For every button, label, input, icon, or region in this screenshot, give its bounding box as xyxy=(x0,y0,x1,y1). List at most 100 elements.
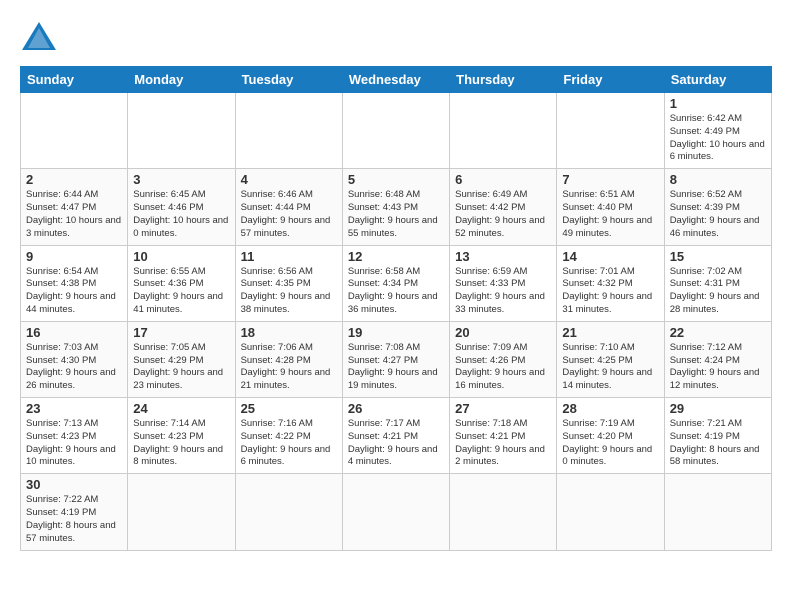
table-row xyxy=(342,474,449,550)
table-row xyxy=(557,474,664,550)
table-row: 19 Sunrise: 7:08 AM Sunset: 4:27 PM Dayli… xyxy=(342,321,449,397)
day-number: 6 xyxy=(455,172,551,187)
col-wednesday: Wednesday xyxy=(342,67,449,93)
day-number: 10 xyxy=(133,249,229,264)
table-row: 9 Sunrise: 6:54 AM Sunset: 4:38 PM Daylig… xyxy=(21,245,128,321)
day-number: 22 xyxy=(670,325,766,340)
day-number: 7 xyxy=(562,172,658,187)
day-info: Sunrise: 7:16 AM Sunset: 4:22 PM Dayligh… xyxy=(241,418,337,469)
day-info: Sunrise: 6:52 AM Sunset: 4:39 PM Dayligh… xyxy=(670,189,766,240)
col-thursday: Thursday xyxy=(450,67,557,93)
day-info: Sunrise: 7:02 AM Sunset: 4:31 PM Dayligh… xyxy=(670,266,766,317)
day-info: Sunrise: 6:58 AM Sunset: 4:34 PM Dayligh… xyxy=(348,266,444,317)
table-row: 21 Sunrise: 7:10 AM Sunset: 4:25 PM Dayli… xyxy=(557,321,664,397)
day-info: Sunrise: 7:03 AM Sunset: 4:30 PM Dayligh… xyxy=(26,342,122,393)
table-row: 14 Sunrise: 7:01 AM Sunset: 4:32 PM Dayli… xyxy=(557,245,664,321)
calendar-week-row: 9 Sunrise: 6:54 AM Sunset: 4:38 PM Daylig… xyxy=(21,245,772,321)
table-row: 24Sunrise: 7:14 AM Sunset: 4:23 PM Dayli… xyxy=(128,398,235,474)
day-number: 5 xyxy=(348,172,444,187)
col-monday: Monday xyxy=(128,67,235,93)
table-row: 3Sunrise: 6:45 AM Sunset: 4:46 PM Daylig… xyxy=(128,169,235,245)
table-row: 18 Sunrise: 7:06 AM Sunset: 4:28 PM Dayli… xyxy=(235,321,342,397)
day-number: 9 xyxy=(26,249,122,264)
col-sunday: Sunday xyxy=(21,67,128,93)
calendar-header-row: Sunday Monday Tuesday Wednesday Thursday… xyxy=(21,67,772,93)
day-info: Sunrise: 7:10 AM Sunset: 4:25 PM Dayligh… xyxy=(562,342,658,393)
day-number: 2 xyxy=(26,172,122,187)
table-row: 8 Sunrise: 6:52 AM Sunset: 4:39 PM Daylig… xyxy=(664,169,771,245)
calendar-week-row: 16 Sunrise: 7:03 AM Sunset: 4:30 PM Dayli… xyxy=(21,321,772,397)
table-row: 6Sunrise: 6:49 AM Sunset: 4:42 PM Daylig… xyxy=(450,169,557,245)
table-row: 15 Sunrise: 7:02 AM Sunset: 4:31 PM Dayli… xyxy=(664,245,771,321)
table-row: 5 Sunrise: 6:48 AM Sunset: 4:43 PM Daylig… xyxy=(342,169,449,245)
table-row: 25 Sunrise: 7:16 AM Sunset: 4:22 PM Dayli… xyxy=(235,398,342,474)
day-number: 19 xyxy=(348,325,444,340)
day-number: 25 xyxy=(241,401,337,416)
day-number: 16 xyxy=(26,325,122,340)
day-number: 20 xyxy=(455,325,551,340)
day-number: 13 xyxy=(455,249,551,264)
generalblue-icon xyxy=(20,18,58,56)
col-saturday: Saturday xyxy=(664,67,771,93)
day-info: Sunrise: 6:48 AM Sunset: 4:43 PM Dayligh… xyxy=(348,189,444,240)
day-info: Sunrise: 7:09 AM Sunset: 4:26 PM Dayligh… xyxy=(455,342,551,393)
calendar-week-row: 30Sunrise: 7:22 AM Sunset: 4:19 PM Dayli… xyxy=(21,474,772,550)
day-number: 28 xyxy=(562,401,658,416)
day-number: 17 xyxy=(133,325,229,340)
day-info: Sunrise: 7:22 AM Sunset: 4:19 PM Dayligh… xyxy=(26,494,122,545)
table-row: 27Sunrise: 7:18 AM Sunset: 4:21 PM Dayli… xyxy=(450,398,557,474)
calendar-table: Sunday Monday Tuesday Wednesday Thursday… xyxy=(20,66,772,551)
day-info: Sunrise: 7:18 AM Sunset: 4:21 PM Dayligh… xyxy=(455,418,551,469)
day-info: Sunrise: 7:06 AM Sunset: 4:28 PM Dayligh… xyxy=(241,342,337,393)
day-number: 23 xyxy=(26,401,122,416)
day-info: Sunrise: 7:01 AM Sunset: 4:32 PM Dayligh… xyxy=(562,266,658,317)
table-row: 12Sunrise: 6:58 AM Sunset: 4:34 PM Dayli… xyxy=(342,245,449,321)
day-number: 18 xyxy=(241,325,337,340)
day-info: Sunrise: 6:54 AM Sunset: 4:38 PM Dayligh… xyxy=(26,266,122,317)
day-info: Sunrise: 6:44 AM Sunset: 4:47 PM Dayligh… xyxy=(26,189,122,240)
header xyxy=(20,18,772,56)
day-info: Sunrise: 6:42 AM Sunset: 4:49 PM Dayligh… xyxy=(670,113,766,164)
day-info: Sunrise: 6:46 AM Sunset: 4:44 PM Dayligh… xyxy=(241,189,337,240)
table-row xyxy=(557,93,664,169)
day-number: 21 xyxy=(562,325,658,340)
day-info: Sunrise: 6:51 AM Sunset: 4:40 PM Dayligh… xyxy=(562,189,658,240)
day-info: Sunrise: 6:56 AM Sunset: 4:35 PM Dayligh… xyxy=(241,266,337,317)
table-row: 1Sunrise: 6:42 AM Sunset: 4:49 PM Daylig… xyxy=(664,93,771,169)
day-info: Sunrise: 7:08 AM Sunset: 4:27 PM Dayligh… xyxy=(348,342,444,393)
table-row: 26 Sunrise: 7:17 AM Sunset: 4:21 PM Dayli… xyxy=(342,398,449,474)
table-row: 30Sunrise: 7:22 AM Sunset: 4:19 PM Dayli… xyxy=(21,474,128,550)
day-info: Sunrise: 7:17 AM Sunset: 4:21 PM Dayligh… xyxy=(348,418,444,469)
calendar-week-row: 23Sunrise: 7:13 AM Sunset: 4:23 PM Dayli… xyxy=(21,398,772,474)
table-row xyxy=(342,93,449,169)
table-row xyxy=(235,93,342,169)
table-row: 22 Sunrise: 7:12 AM Sunset: 4:24 PM Dayli… xyxy=(664,321,771,397)
table-row xyxy=(664,474,771,550)
calendar-week-row: 2 Sunrise: 6:44 AM Sunset: 4:47 PM Daylig… xyxy=(21,169,772,245)
day-number: 8 xyxy=(670,172,766,187)
day-number: 29 xyxy=(670,401,766,416)
table-row: 13 Sunrise: 6:59 AM Sunset: 4:33 PM Dayli… xyxy=(450,245,557,321)
table-row: 11 Sunrise: 6:56 AM Sunset: 4:35 PM Dayli… xyxy=(235,245,342,321)
calendar-week-row: 1Sunrise: 6:42 AM Sunset: 4:49 PM Daylig… xyxy=(21,93,772,169)
day-info: Sunrise: 7:21 AM Sunset: 4:19 PM Dayligh… xyxy=(670,418,766,469)
page: Sunday Monday Tuesday Wednesday Thursday… xyxy=(0,0,792,561)
day-number: 14 xyxy=(562,249,658,264)
table-row: 29 Sunrise: 7:21 AM Sunset: 4:19 PM Dayli… xyxy=(664,398,771,474)
day-number: 15 xyxy=(670,249,766,264)
day-number: 4 xyxy=(241,172,337,187)
table-row xyxy=(128,474,235,550)
day-info: Sunrise: 6:59 AM Sunset: 4:33 PM Dayligh… xyxy=(455,266,551,317)
day-number: 11 xyxy=(241,249,337,264)
table-row: 7 Sunrise: 6:51 AM Sunset: 4:40 PM Daylig… xyxy=(557,169,664,245)
col-tuesday: Tuesday xyxy=(235,67,342,93)
table-row xyxy=(21,93,128,169)
day-info: Sunrise: 7:19 AM Sunset: 4:20 PM Dayligh… xyxy=(562,418,658,469)
day-info: Sunrise: 6:45 AM Sunset: 4:46 PM Dayligh… xyxy=(133,189,229,240)
day-info: Sunrise: 7:12 AM Sunset: 4:24 PM Dayligh… xyxy=(670,342,766,393)
table-row: 4 Sunrise: 6:46 AM Sunset: 4:44 PM Daylig… xyxy=(235,169,342,245)
day-number: 24 xyxy=(133,401,229,416)
table-row xyxy=(450,93,557,169)
day-number: 26 xyxy=(348,401,444,416)
logo xyxy=(20,18,64,56)
